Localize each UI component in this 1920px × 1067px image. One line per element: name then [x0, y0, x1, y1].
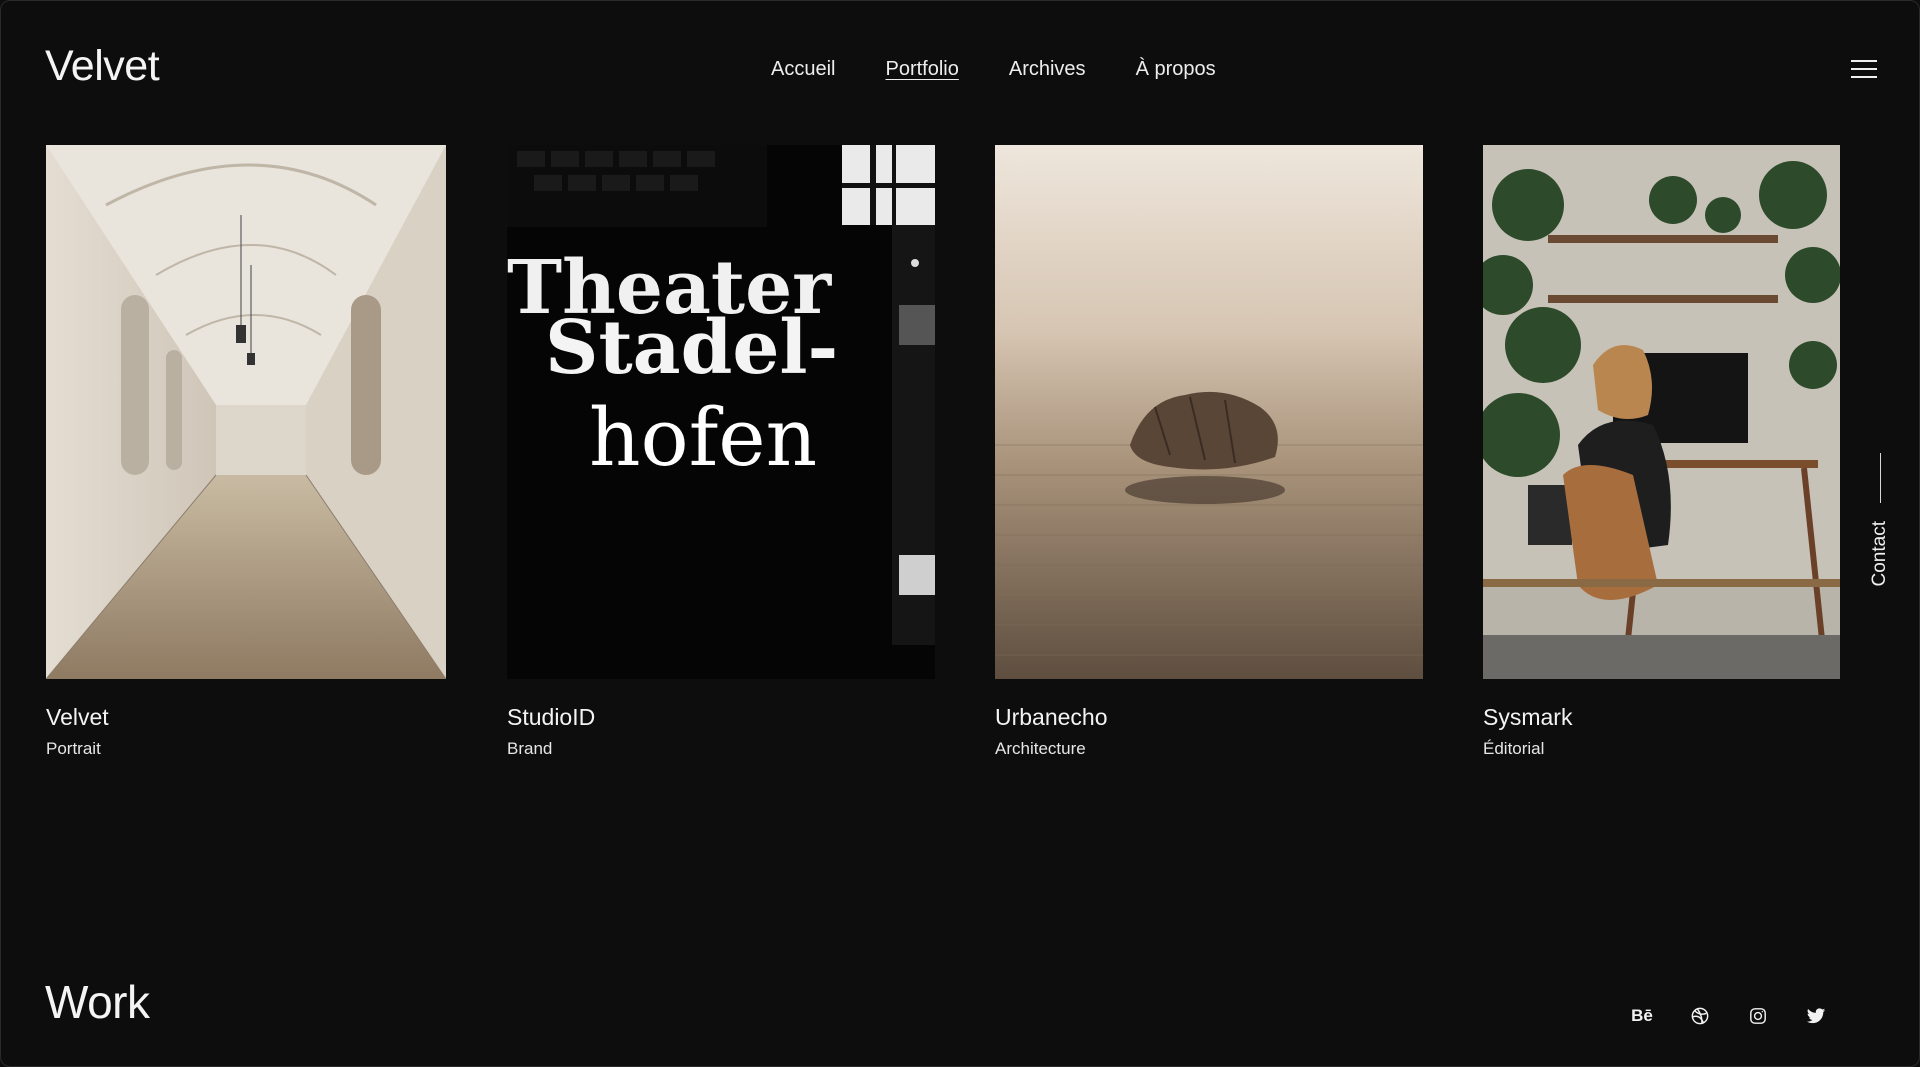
nav-item-accueil[interactable]: Accueil: [771, 59, 835, 79]
project-category: Architecture: [995, 739, 1086, 758]
rock-in-sea-photo[interactable]: [995, 145, 1423, 679]
site-logo[interactable]: Velvet: [45, 45, 160, 88]
behance-icon[interactable]: Bē: [1631, 1005, 1653, 1027]
contact-sidebar: Contact: [1869, 453, 1891, 586]
project-card-velvet[interactable]: Velvet Portrait: [46, 145, 446, 757]
twitter-icon[interactable]: [1805, 1005, 1827, 1027]
poster-text-line-2: Stadel-: [545, 305, 838, 391]
arched-corridor-photo[interactable]: [46, 145, 446, 679]
poster-text-line-3: hofen: [589, 391, 817, 484]
project-title[interactable]: Sysmark: [1483, 706, 1840, 729]
instagram-icon[interactable]: [1747, 1005, 1769, 1027]
project-card-studioid[interactable]: Theater Stadel- hofen StudioID Brand: [507, 145, 935, 757]
page-frame: Velvet Accueil Portfolio Archives À prop…: [0, 0, 1920, 1067]
main-nav: Accueil Portfolio Archives À propos: [771, 59, 1216, 79]
project-title[interactable]: Urbanecho: [995, 706, 1423, 729]
section-title: Work: [45, 976, 150, 1028]
hamburger-icon[interactable]: [1851, 60, 1877, 80]
project-category: Éditorial: [1483, 739, 1545, 758]
contact-divider: [1879, 453, 1881, 503]
project-category: Portrait: [46, 739, 101, 758]
theater-poster-photo[interactable]: Theater Stadel- hofen: [507, 145, 935, 679]
project-title[interactable]: StudioID: [507, 706, 935, 729]
social-links: Bē: [1631, 1005, 1827, 1027]
contact-link[interactable]: Contact: [1869, 521, 1891, 586]
nav-item-portfolio[interactable]: Portfolio: [885, 59, 958, 79]
nav-item-a-propos[interactable]: À propos: [1136, 59, 1216, 79]
project-card-urbanecho[interactable]: Urbanecho Architecture: [995, 145, 1423, 757]
project-category: Brand: [507, 739, 553, 758]
dribbble-icon[interactable]: [1689, 1005, 1711, 1027]
home-office-photo[interactable]: [1483, 145, 1840, 679]
project-card-sysmark[interactable]: Sysmark Éditorial: [1483, 145, 1840, 757]
project-title[interactable]: Velvet: [46, 706, 446, 729]
nav-item-archives[interactable]: Archives: [1009, 59, 1086, 79]
